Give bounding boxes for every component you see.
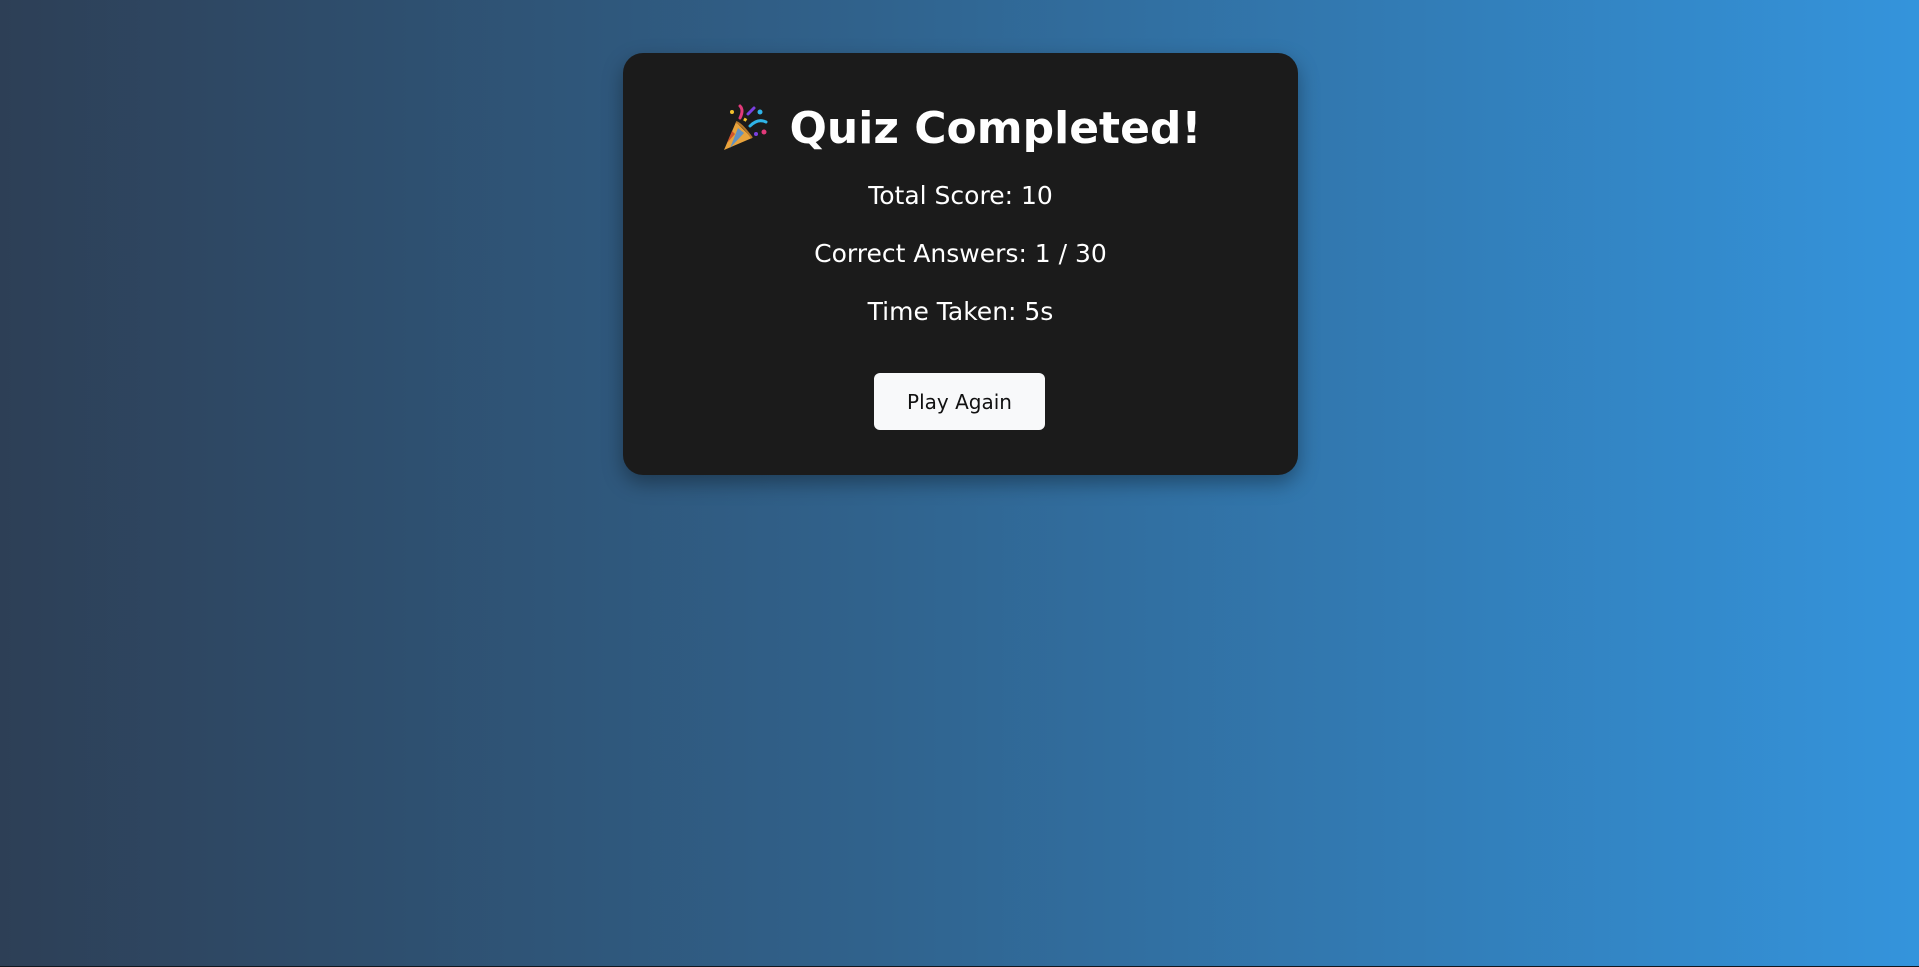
results-title-row: Quiz Completed!	[623, 99, 1298, 159]
time-taken-text: Time Taken: 5s	[867, 297, 1054, 326]
page-title: Quiz Completed!	[789, 103, 1202, 154]
results-card: Quiz Completed! Total Score: 10 Correct …	[623, 53, 1298, 475]
total-score-text: Total Score: 10	[868, 181, 1053, 210]
correct-answers-text: Correct Answers: 1 / 30	[814, 239, 1107, 268]
play-again-button[interactable]: Play Again	[874, 373, 1045, 430]
party-popper-icon	[720, 104, 770, 154]
